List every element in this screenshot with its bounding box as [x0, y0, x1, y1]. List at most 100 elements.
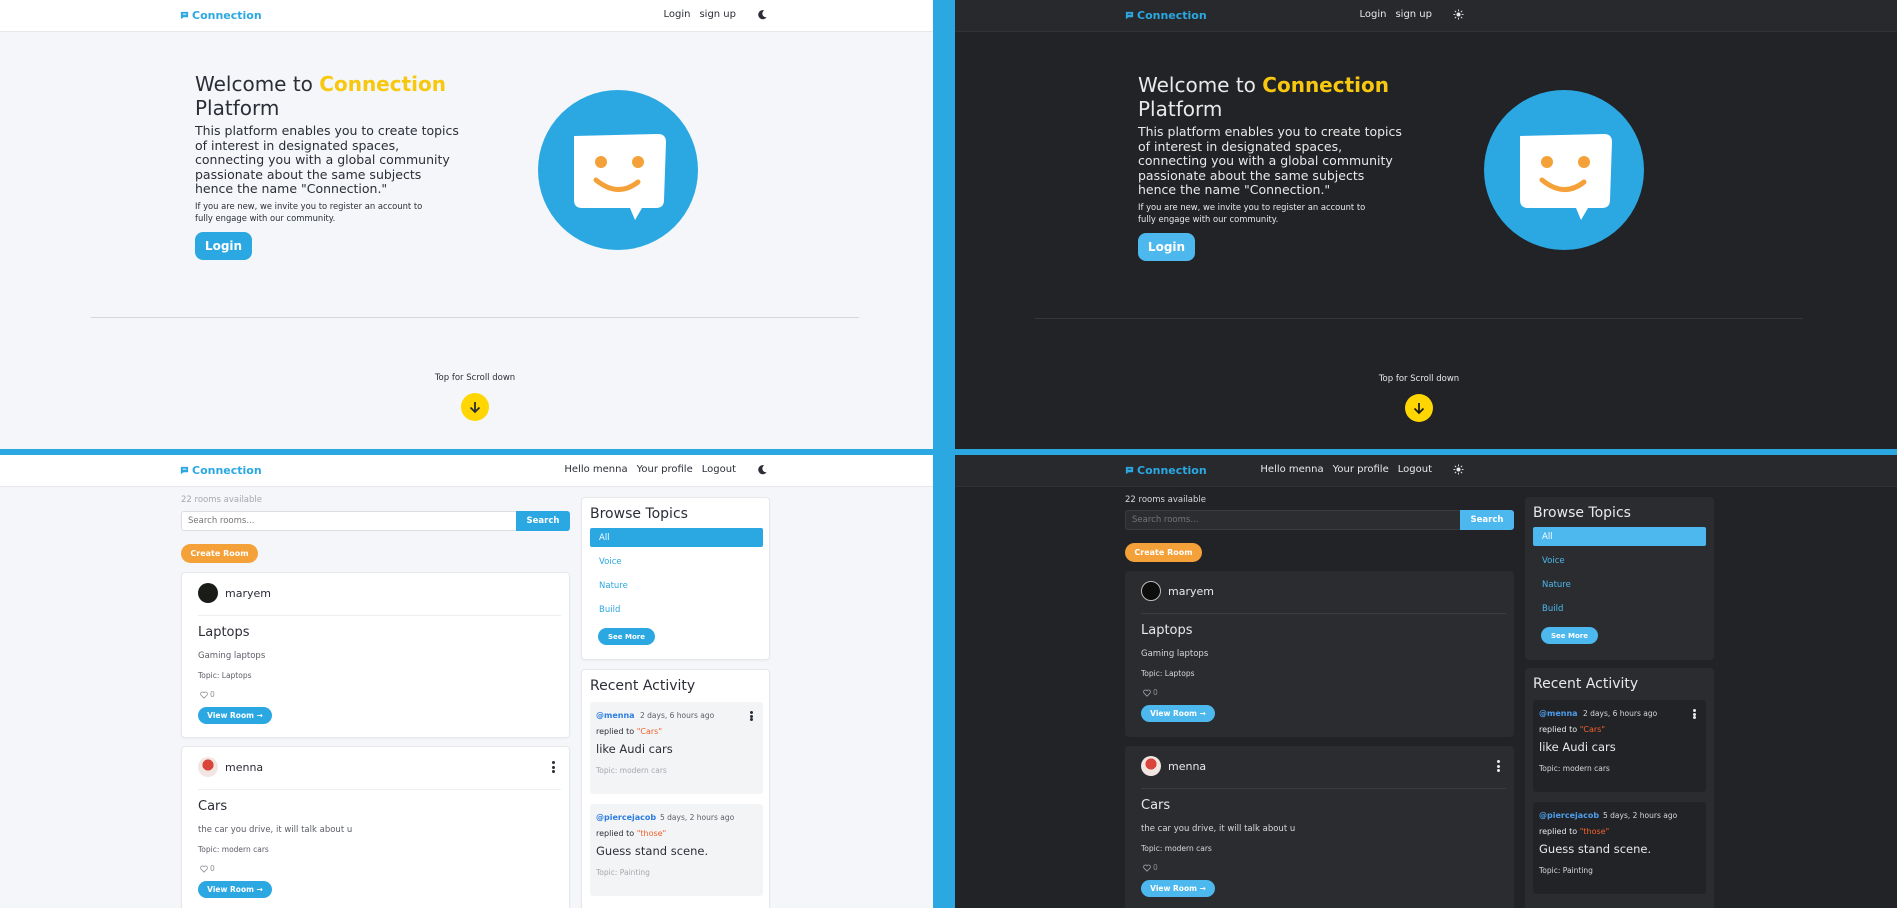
view-room-button[interactable]: View Room →: [198, 707, 272, 724]
navbar: Connection Login sign up: [0, 0, 933, 32]
see-more-button[interactable]: See More: [1541, 627, 1598, 644]
rooms-count: 22 rooms available: [181, 495, 263, 505]
chat-flag-icon: [180, 11, 189, 20]
activity-user[interactable]: @piercejacob: [596, 813, 656, 822]
activity-time: 5 days, 2 hours ago: [660, 813, 735, 822]
view-room-button[interactable]: View Room →: [1141, 880, 1215, 897]
likes-count: 0: [1153, 688, 1158, 697]
nav-links: Login sign up: [663, 9, 768, 20]
hero-login-button[interactable]: Login: [195, 232, 252, 260]
sun-icon[interactable]: [1453, 464, 1464, 475]
login-link[interactable]: Login: [663, 9, 690, 20]
topic-item-all[interactable]: All: [590, 528, 763, 547]
activity-reply: replied to "Cars": [1539, 725, 1605, 734]
reply-target[interactable]: "Cars": [637, 727, 662, 736]
reply-target[interactable]: "Cars": [1580, 725, 1605, 734]
divider: [1141, 788, 1506, 789]
view-room-button[interactable]: View Room →: [198, 881, 272, 898]
moon-icon[interactable]: [757, 9, 768, 20]
room-card: maryem Laptops Gaming laptops Topic: Lap…: [1125, 571, 1514, 737]
signup-link[interactable]: sign up: [1395, 9, 1432, 20]
room-host[interactable]: maryem: [198, 583, 271, 603]
moon-icon[interactable]: [757, 464, 768, 475]
reply-target[interactable]: "those": [637, 829, 667, 838]
divider: [1141, 613, 1506, 614]
profile-link[interactable]: Your profile: [637, 464, 693, 475]
topic-item-build[interactable]: Build: [590, 600, 763, 619]
greeting-text: Hello menna: [564, 464, 628, 475]
section-divider: [1035, 318, 1803, 319]
logout-link[interactable]: Logout: [1398, 464, 1432, 475]
topic-item-all[interactable]: All: [1533, 527, 1706, 546]
scroll-down-button[interactable]: [461, 393, 489, 421]
search-button[interactable]: Search: [1460, 510, 1514, 530]
activity-body: Guess stand scene.: [1539, 842, 1652, 856]
profile-link[interactable]: Your profile: [1333, 464, 1389, 475]
hero-welcome: Welcome to: [1138, 73, 1256, 97]
brand-logo[interactable]: Connection: [180, 464, 262, 477]
browse-topics-card: Browse Topics All Voice Nature Build See…: [1525, 497, 1714, 660]
activity-item: @piercejacob 5 days, 2 hours ago replied…: [590, 804, 763, 896]
room-topic: Topic: Laptops: [1141, 669, 1195, 678]
search-bar: Search: [181, 511, 570, 531]
see-more-button[interactable]: See More: [598, 628, 655, 645]
topic-item-voice[interactable]: Voice: [1533, 551, 1706, 570]
room-host[interactable]: maryem: [1141, 581, 1214, 601]
room-host[interactable]: menna: [1141, 756, 1206, 776]
section-divider: [91, 317, 859, 318]
activity-body: like Audi cars: [1539, 740, 1616, 754]
create-room-button[interactable]: Create Room: [1125, 543, 1202, 562]
brand-logo[interactable]: Connection: [180, 9, 262, 22]
reply-target[interactable]: "those": [1580, 827, 1610, 836]
kebab-icon[interactable]: [750, 711, 753, 721]
kebab-icon[interactable]: [1693, 709, 1696, 719]
activity-reply: replied to "those": [596, 829, 666, 838]
search-input[interactable]: [181, 511, 516, 531]
topic-item-nature[interactable]: Nature: [1533, 575, 1706, 594]
room-description: Gaming laptops: [1141, 649, 1209, 659]
activity-user[interactable]: @menna: [1539, 709, 1578, 718]
search-input[interactable]: [1125, 510, 1460, 530]
room-title[interactable]: Laptops: [1141, 623, 1193, 638]
logout-link[interactable]: Logout: [702, 464, 736, 475]
brand-logo[interactable]: Connection: [1125, 9, 1207, 22]
rooms-light-panel: Connection Hello menna Your profile Logo…: [0, 455, 933, 908]
rooms-dark-panel: Connection Hello menna Your profile Logo…: [955, 455, 1897, 908]
host-name: menna: [225, 760, 264, 774]
signup-link[interactable]: sign up: [699, 9, 736, 20]
hero-login-button[interactable]: Login: [1138, 233, 1195, 261]
view-room-button[interactable]: View Room →: [1141, 705, 1215, 722]
room-description: the car you drive, it will talk about u: [1141, 824, 1296, 834]
activity-user[interactable]: @piercejacob: [1539, 811, 1599, 820]
hero-platform: Platform: [1138, 97, 1223, 121]
topic-item-build[interactable]: Build: [1533, 599, 1706, 618]
heart-icon: [1143, 864, 1151, 872]
login-link[interactable]: Login: [1359, 9, 1386, 20]
room-title[interactable]: Laptops: [198, 625, 250, 640]
hero-note: If you are new, we invite you to registe…: [195, 201, 423, 223]
brand-logo[interactable]: Connection: [1125, 464, 1207, 477]
activity-user[interactable]: @menna: [596, 711, 635, 720]
hero-accent: Connection: [1262, 73, 1389, 97]
topic-item-nature[interactable]: Nature: [590, 576, 763, 595]
room-likes[interactable]: 0: [200, 864, 215, 873]
search-bar: Search: [1125, 510, 1514, 530]
navbar: Connection Hello menna Your profile Logo…: [0, 455, 933, 487]
host-name: menna: [1168, 759, 1207, 773]
search-button[interactable]: Search: [516, 511, 570, 531]
room-likes[interactable]: 0: [200, 690, 215, 699]
room-host[interactable]: menna: [198, 757, 263, 777]
room-likes[interactable]: 0: [1143, 688, 1158, 697]
likes-count: 0: [1153, 863, 1158, 872]
create-room-button[interactable]: Create Room: [181, 544, 258, 563]
kebab-icon[interactable]: [552, 761, 555, 773]
scroll-down-button[interactable]: [1405, 394, 1433, 422]
sun-icon[interactable]: [1453, 9, 1464, 20]
room-title[interactable]: Cars: [198, 799, 227, 814]
topic-item-voice[interactable]: Voice: [590, 552, 763, 571]
avatar: [198, 757, 218, 777]
kebab-icon[interactable]: [1497, 760, 1500, 772]
room-likes[interactable]: 0: [1143, 863, 1158, 872]
activity-time: 5 days, 2 hours ago: [1603, 811, 1678, 820]
room-title[interactable]: Cars: [1141, 798, 1170, 813]
